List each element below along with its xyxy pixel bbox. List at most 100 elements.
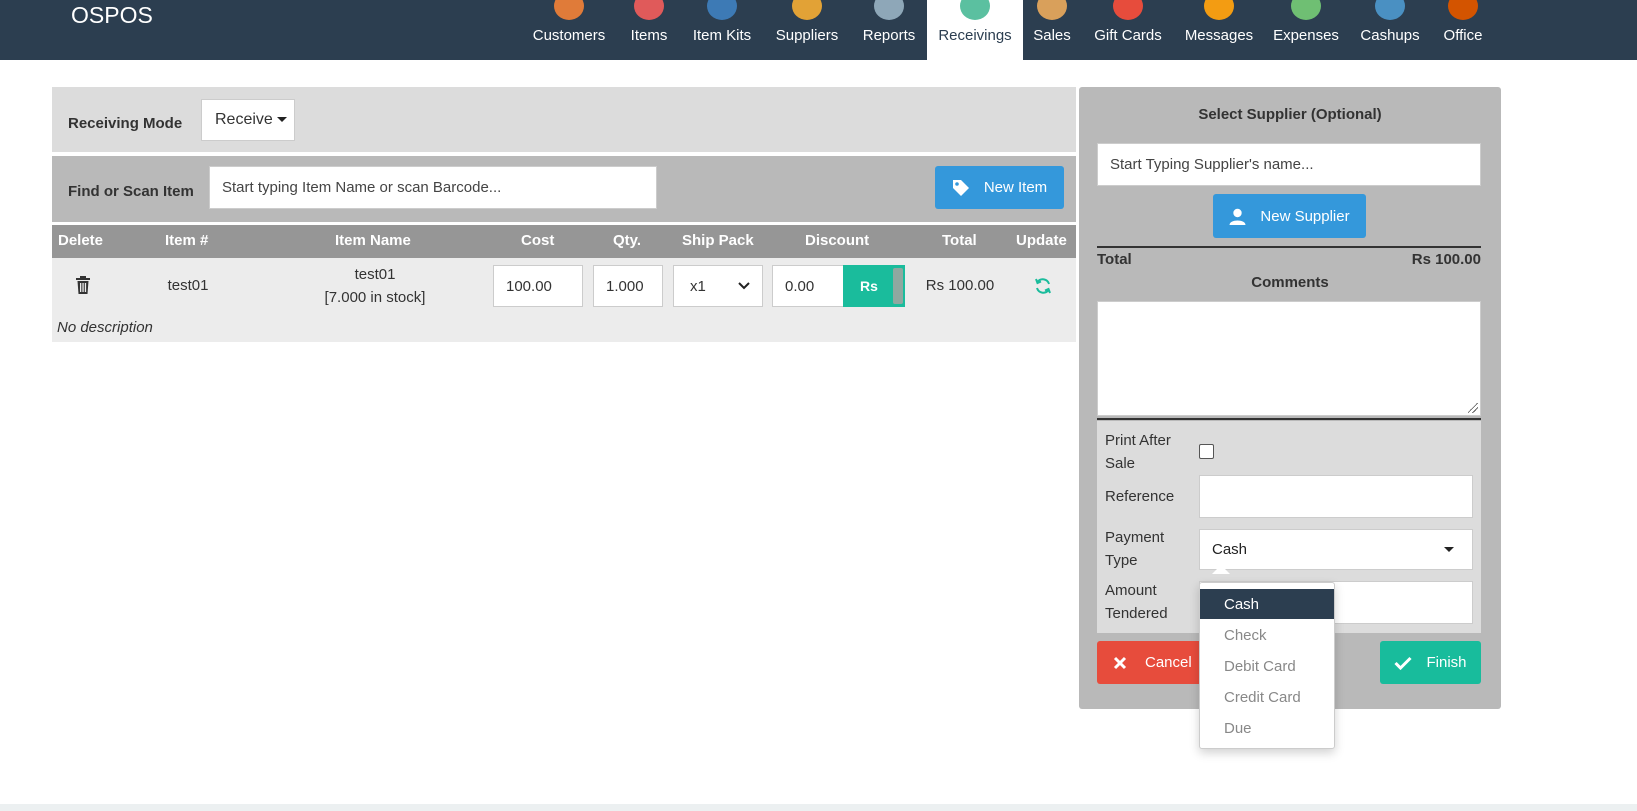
comments-label: Comments <box>1251 274 1329 291</box>
payment-option-credit-card[interactable]: Credit Card <box>1200 682 1334 712</box>
reference-label: Reference <box>1105 488 1175 505</box>
refresh-icon[interactable] <box>1034 277 1052 295</box>
cost-value: 100.00 <box>506 277 552 295</box>
finish-button[interactable]: Finish <box>1380 641 1481 684</box>
items-table-header: Delete Item # Item Name Cost Qty. Ship P… <box>52 225 1076 258</box>
ship-pack-value: x1 <box>690 277 706 295</box>
discount-input[interactable]: 0.00 <box>772 265 844 307</box>
caret-down-icon <box>277 117 288 123</box>
amount-tendered-line1: Amount <box>1105 582 1157 599</box>
cashups-icon <box>1375 0 1405 20</box>
trash-icon[interactable] <box>75 276 91 294</box>
supplier-search-placeholder: Start Typing Supplier's name... <box>1110 156 1314 173</box>
footer-strip <box>0 804 1637 811</box>
receiving-mode-label: Receiving Mode <box>68 115 183 132</box>
comments-textarea[interactable] <box>1097 301 1481 416</box>
reference-input[interactable] <box>1199 475 1473 518</box>
messages-icon <box>1204 0 1234 20</box>
items-icon <box>634 0 664 20</box>
receivings-icon <box>960 0 990 20</box>
amount-tendered-line2: Tendered <box>1105 605 1168 622</box>
caret-down-icon <box>1444 547 1454 552</box>
nav-item-gift-cards[interactable]: Gift Cards <box>1090 0 1166 60</box>
resize-grip-icon[interactable] <box>1468 403 1478 413</box>
finish-label: Finish <box>1426 654 1467 671</box>
receiving-mode-value: Receive <box>215 111 273 128</box>
office-icon <box>1448 0 1478 20</box>
item-description: No description <box>57 319 153 336</box>
payment-type-select[interactable]: Cash <box>1199 529 1473 570</box>
header-ship-pack: Ship Pack <box>682 232 754 249</box>
item-kits-icon <box>707 0 737 20</box>
new-supplier-label: New Supplier <box>1260 207 1350 225</box>
reports-icon <box>874 0 904 20</box>
user-icon <box>1229 208 1246 225</box>
item-search-placeholder: Start typing Item Name or scan Barcode..… <box>222 179 502 196</box>
item-search-input[interactable]: Start typing Item Name or scan Barcode..… <box>209 166 657 209</box>
gift-cards-icon <box>1113 0 1143 20</box>
payment-type-label: Payment Type <box>1105 526 1164 572</box>
header-total: Total <box>942 232 977 249</box>
nav-item-receivings[interactable]: Receivings <box>927 0 1023 60</box>
header-item-number: Item # <box>165 232 209 249</box>
nav-item-messages[interactable]: Messages <box>1182 0 1256 60</box>
find-item-label: Find or Scan Item <box>68 183 194 200</box>
payment-type-value: Cash <box>1212 541 1248 558</box>
payment-option-cash[interactable]: Cash <box>1200 589 1334 619</box>
dropdown-pointer <box>1212 565 1230 574</box>
quantity-input[interactable]: 1.000 <box>593 265 663 307</box>
receiving-mode-dropdown[interactable]: Receive <box>201 99 295 141</box>
chevron-down-icon <box>738 282 750 290</box>
header-discount: Discount <box>805 232 870 249</box>
print-after-sale-line2: Sale <box>1105 455 1136 472</box>
summary-divider <box>1097 246 1481 248</box>
discount-value: 0.00 <box>785 277 815 295</box>
payment-option-check[interactable]: Check <box>1200 620 1334 650</box>
new-item-label: New Item <box>983 179 1048 196</box>
nav-item-suppliers[interactable]: Suppliers <box>771 0 843 60</box>
cost-input[interactable]: 100.00 <box>493 265 583 307</box>
header-qty: Qty. <box>613 232 642 249</box>
suppliers-icon <box>792 0 822 20</box>
nav-item-expenses[interactable]: Expenses <box>1271 0 1341 60</box>
form-divider <box>1097 418 1481 420</box>
item-name[interactable]: test01 <box>300 266 450 283</box>
expenses-icon <box>1291 0 1321 20</box>
payment-type-dropdown-menu: Cash Check Debit Card Credit Card Due <box>1199 582 1335 749</box>
nav-item-items[interactable]: Items <box>624 0 674 60</box>
close-icon <box>1113 656 1127 669</box>
discount-type-toggle[interactable]: Rs <box>843 265 905 307</box>
discount-type-label: Rs <box>860 278 878 294</box>
total-value: Rs 100.00 <box>1411 251 1481 268</box>
nav-item-office[interactable]: Office <box>1440 0 1486 60</box>
print-after-sale-checkbox[interactable] <box>1199 444 1214 459</box>
payment-option-debit-card[interactable]: Debit Card <box>1200 651 1334 681</box>
new-supplier-button[interactable]: New Supplier <box>1213 194 1366 238</box>
cancel-label: Cancel <box>1145 654 1192 671</box>
ship-pack-select[interactable]: x1 <box>673 265 763 307</box>
new-item-button[interactable]: New Item <box>935 166 1064 209</box>
payment-type-line1: Payment <box>1105 529 1165 546</box>
nav-item-customers[interactable]: Customers <box>529 0 609 60</box>
cancel-button[interactable]: Cancel <box>1097 641 1207 684</box>
nav-item-reports[interactable]: Reports <box>858 0 920 60</box>
nav-item-item-kits[interactable]: Item Kits <box>688 0 756 60</box>
toggle-handle <box>893 268 903 304</box>
item-number: test01 <box>167 277 209 294</box>
payment-option-due[interactable]: Due <box>1200 713 1334 743</box>
amount-tendered-label: Amount Tendered <box>1105 579 1168 625</box>
nav-item-cashups[interactable]: Cashups <box>1358 0 1422 60</box>
item-stock: [7.000 in stock] <box>324 289 426 306</box>
nav-item-sales[interactable]: Sales <box>1032 0 1072 60</box>
supplier-search-input[interactable]: Start Typing Supplier's name... <box>1097 143 1481 186</box>
print-after-sale-label: Print After Sale <box>1105 429 1171 475</box>
header-cost: Cost <box>521 232 555 249</box>
payment-type-line2: Type <box>1105 552 1138 569</box>
brand-logo[interactable]: OSPOS <box>71 2 153 29</box>
top-navbar: OSPOS Customers Items Item Kits Supplier… <box>0 0 1637 60</box>
customers-icon <box>554 0 584 20</box>
quantity-value: 1.000 <box>606 277 644 295</box>
header-delete: Delete <box>58 232 104 249</box>
check-icon <box>1394 656 1413 670</box>
row-total: Rs 100.00 <box>925 277 995 294</box>
